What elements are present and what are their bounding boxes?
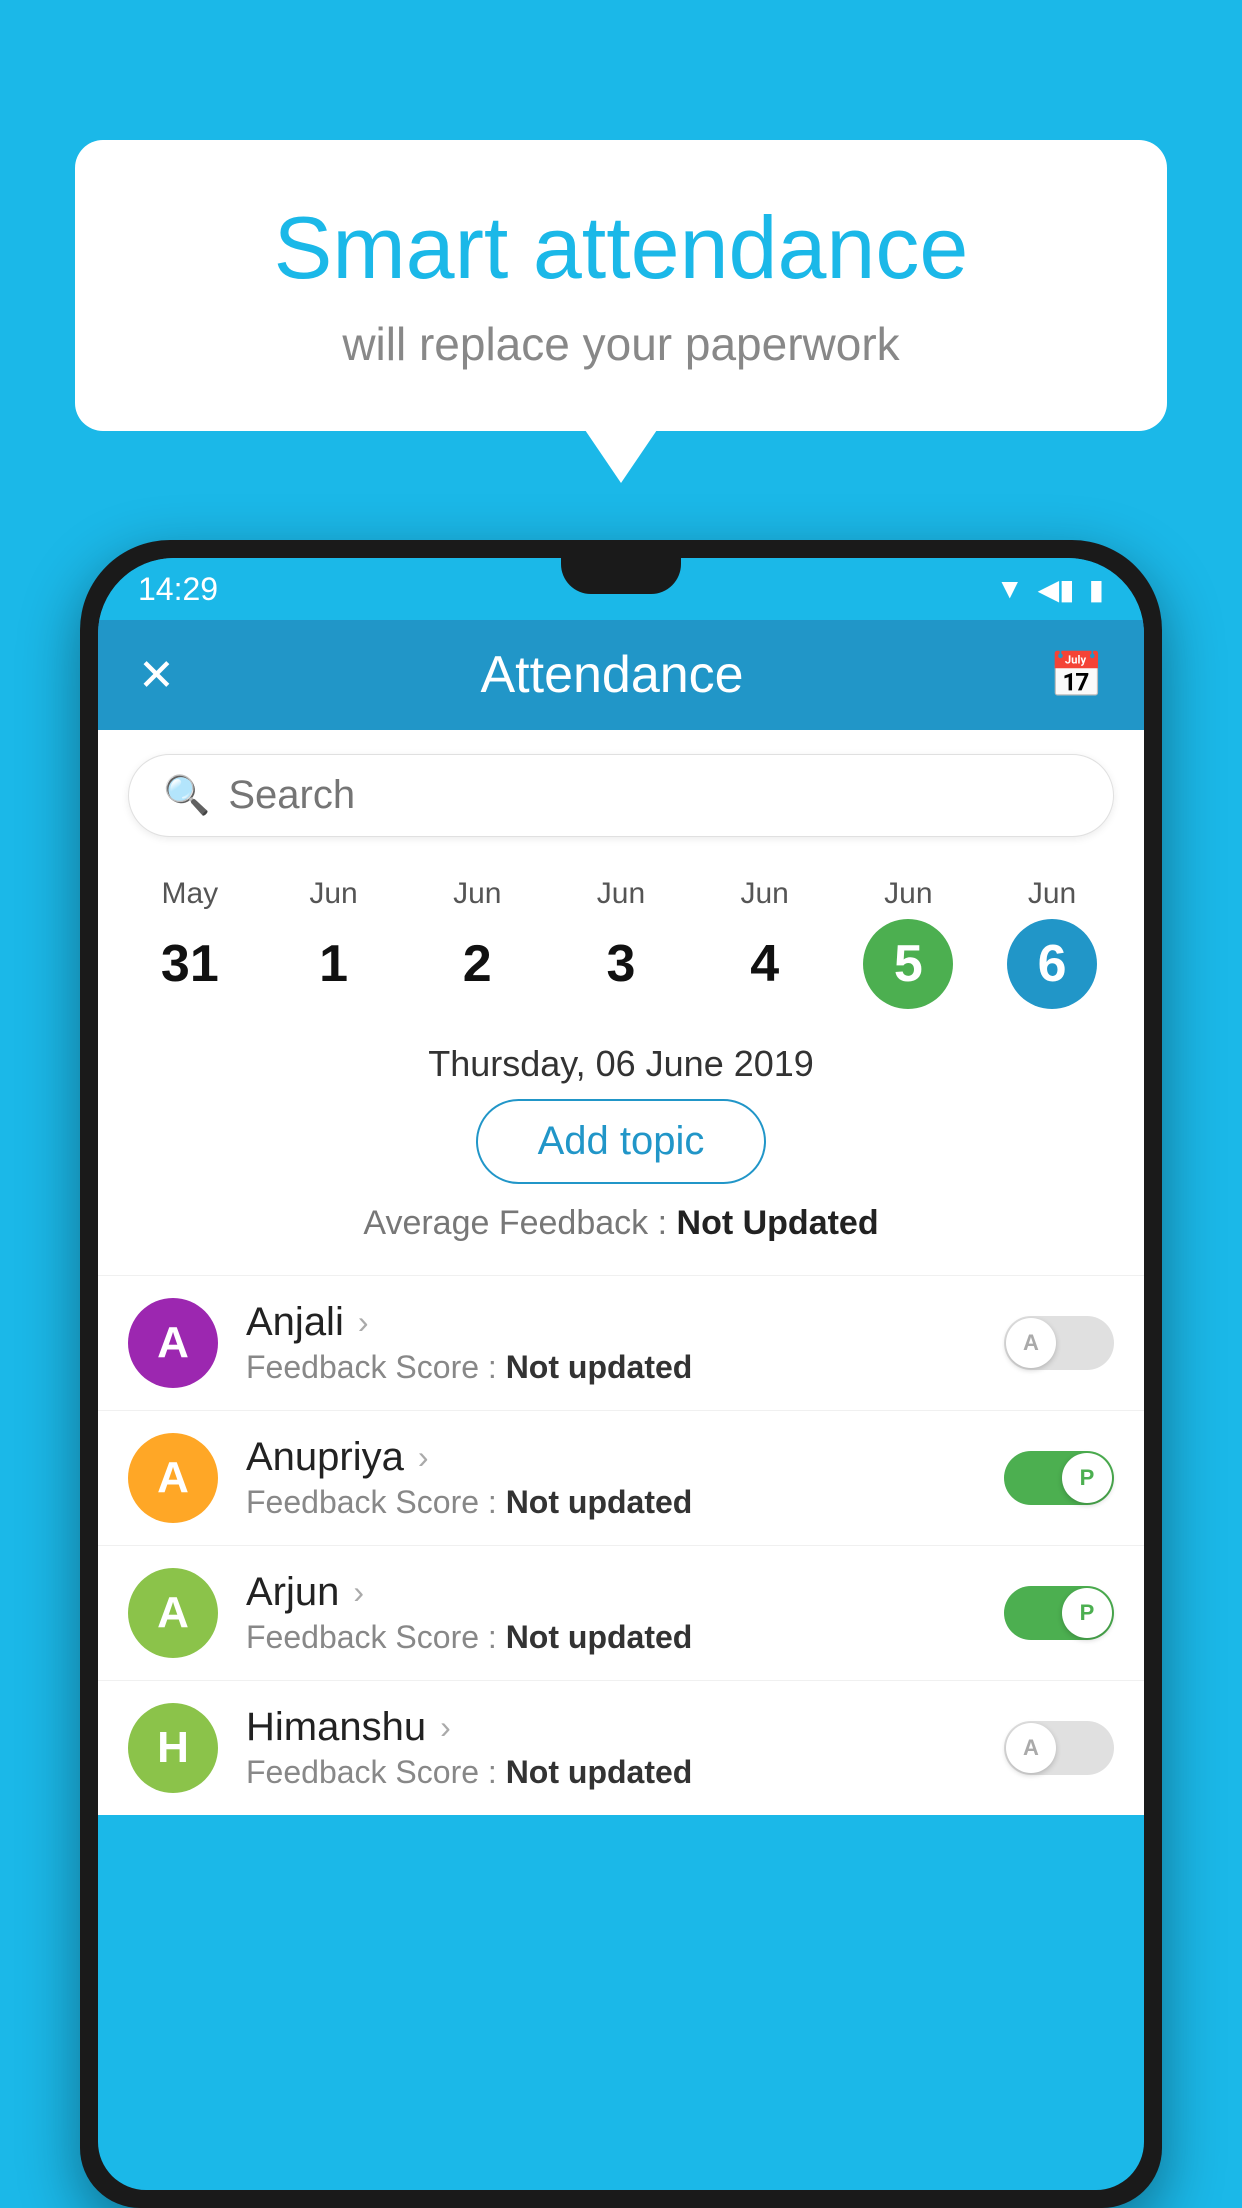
day-month: Jun: [453, 877, 501, 911]
speech-bubble: Smart attendance will replace your paper…: [75, 140, 1167, 431]
calendar-day[interactable]: Jun 6: [1007, 861, 1097, 1025]
search-bar[interactable]: 🔍: [128, 754, 1114, 837]
phone-frame: 14:29 ▼ ◀▮ ▮ ✕ Attendance 📅 🔍 May31Jun1J…: [80, 540, 1162, 2208]
avg-feedback: Average Feedback : Not Updated: [98, 1204, 1144, 1259]
student-name: Anjali ›: [246, 1300, 1004, 1345]
speech-bubble-wrapper: Smart attendance will replace your paper…: [75, 140, 1167, 431]
calendar-day[interactable]: Jun 2: [432, 861, 522, 1025]
signal-icon: ◀▮: [1038, 573, 1075, 606]
close-button[interactable]: ✕: [138, 650, 175, 701]
day-month: Jun: [740, 877, 788, 911]
date-header: Thursday, 06 June 2019: [98, 1025, 1144, 1099]
student-feedback: Feedback Score : Not updated: [246, 1349, 1004, 1386]
avatar: A: [128, 1298, 218, 1388]
day-num[interactable]: 5: [863, 919, 953, 1009]
student-info: Himanshu › Feedback Score : Not updated: [246, 1705, 1004, 1791]
screen-content: 🔍 May 31 Jun 1 Jun 2 Jun 3 Jun 4 Jun 5 Jun 6 Thursday…: [98, 730, 1144, 1815]
student-feedback: Feedback Score : Not updated: [246, 1754, 1004, 1791]
day-month: May: [162, 877, 219, 911]
avatar: A: [128, 1433, 218, 1523]
calendar-day[interactable]: Jun 3: [576, 861, 666, 1025]
bubble-subtitle: will replace your paperwork: [155, 317, 1087, 371]
day-num[interactable]: 6: [1007, 919, 1097, 1009]
student-name: Arjun ›: [246, 1570, 1004, 1615]
attendance-toggle[interactable]: P: [1004, 1586, 1114, 1640]
calendar-day[interactable]: Jun 4: [720, 861, 810, 1025]
toggle-wrapper[interactable]: P: [1004, 1451, 1114, 1505]
day-month: Jun: [884, 877, 932, 911]
chevron-icon: ›: [440, 1709, 451, 1746]
student-info: Anupriya › Feedback Score : Not updated: [246, 1435, 1004, 1521]
avg-feedback-label: Average Feedback :: [363, 1204, 667, 1242]
attendance-toggle[interactable]: A: [1004, 1721, 1114, 1775]
day-num[interactable]: 3: [576, 919, 666, 1009]
calendar-day[interactable]: Jun 1: [289, 861, 379, 1025]
student-name: Himanshu ›: [246, 1705, 1004, 1750]
toggle-wrapper[interactable]: A: [1004, 1316, 1114, 1370]
phone-inner: 14:29 ▼ ◀▮ ▮ ✕ Attendance 📅 🔍 May31Jun1J…: [98, 558, 1144, 2190]
day-num[interactable]: 31: [145, 919, 235, 1009]
student-info: Anjali › Feedback Score : Not updated: [246, 1300, 1004, 1386]
status-bar: 14:29 ▼ ◀▮ ▮: [98, 558, 1144, 620]
avatar: H: [128, 1703, 218, 1793]
toggle-wrapper[interactable]: A: [1004, 1721, 1114, 1775]
student-item[interactable]: AAnjali ›Feedback Score : Not updatedA: [98, 1275, 1144, 1410]
day-num[interactable]: 4: [720, 919, 810, 1009]
wifi-icon: ▼: [996, 573, 1024, 605]
day-month: Jun: [1028, 877, 1076, 911]
student-item[interactable]: A Anupriya › Feedback Score : Not updated P: [98, 1410, 1144, 1545]
chevron-icon: ›: [418, 1439, 429, 1476]
status-icons: ▼ ◀▮ ▮: [996, 573, 1104, 606]
student-list: AAnjali ›Feedback Score : Not updatedAAA…: [98, 1275, 1144, 1815]
status-time: 14:29: [138, 571, 218, 608]
day-num[interactable]: 1: [289, 919, 379, 1009]
toggle-wrapper[interactable]: P: [1004, 1586, 1114, 1640]
add-topic-button[interactable]: Add topic: [476, 1099, 767, 1184]
avg-feedback-value: Not Updated: [677, 1204, 879, 1242]
attendance-toggle[interactable]: A: [1004, 1316, 1114, 1370]
chevron-icon: ›: [353, 1574, 364, 1611]
student-feedback: Feedback Score : Not updated: [246, 1619, 1004, 1656]
search-icon: 🔍: [163, 774, 210, 818]
calendar-day[interactable]: Jun 5: [863, 861, 953, 1025]
toggle-knob: A: [1006, 1723, 1056, 1773]
toggle-knob: P: [1062, 1588, 1112, 1638]
student-info: Arjun › Feedback Score : Not updated: [246, 1570, 1004, 1656]
avatar: A: [128, 1568, 218, 1658]
battery-icon: ▮: [1089, 573, 1104, 606]
toggle-knob: P: [1062, 1453, 1112, 1503]
day-num[interactable]: 2: [432, 919, 522, 1009]
attendance-toggle[interactable]: P: [1004, 1451, 1114, 1505]
student-feedback: Feedback Score : Not updated: [246, 1484, 1004, 1521]
app-bar: ✕ Attendance 📅: [98, 620, 1144, 730]
calendar-strip: May 31 Jun 1 Jun 2 Jun 3 Jun 4 Jun 5 Jun 6: [98, 861, 1144, 1025]
student-item[interactable]: H Himanshu › Feedback Score : Not updatedA: [98, 1680, 1144, 1815]
student-name: Anupriya ›: [246, 1435, 1004, 1480]
search-input[interactable]: [228, 773, 1079, 818]
bubble-title: Smart attendance: [155, 200, 1087, 297]
calendar-day[interactable]: May 31: [145, 861, 235, 1025]
student-item[interactable]: A Arjun › Feedback Score : Not updated P: [98, 1545, 1144, 1680]
day-month: Jun: [309, 877, 357, 911]
app-bar-title: Attendance: [175, 645, 1049, 705]
notch: [561, 558, 681, 594]
day-month: Jun: [597, 877, 645, 911]
toggle-knob: A: [1006, 1318, 1056, 1368]
chevron-icon: ›: [358, 1304, 369, 1341]
calendar-button[interactable]: 📅: [1049, 649, 1104, 701]
